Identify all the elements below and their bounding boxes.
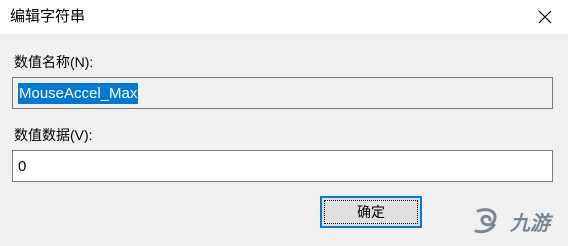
close-button[interactable] [522, 0, 568, 34]
watermark: 九游 [468, 196, 568, 246]
close-icon [538, 10, 552, 24]
value-data-text: 0 [18, 157, 27, 175]
watermark-text: 九游 [510, 212, 550, 235]
nine-game-logo-icon [474, 208, 497, 234]
value-name-label: 数值名称(N): [14, 54, 94, 70]
value-data-input[interactable]: 0 [12, 150, 553, 182]
value-data-label: 数值数据(V): [14, 127, 93, 143]
dialog-titlebar: 编辑字符串 [0, 0, 568, 34]
dialog-title: 编辑字符串 [10, 8, 86, 25]
value-name-field[interactable]: MouseAccel_Max [12, 77, 553, 109]
ok-button[interactable]: 确定 [320, 196, 422, 228]
value-name-text: MouseAccel_Max [18, 82, 139, 104]
ok-button-label: 确定 [357, 204, 385, 220]
